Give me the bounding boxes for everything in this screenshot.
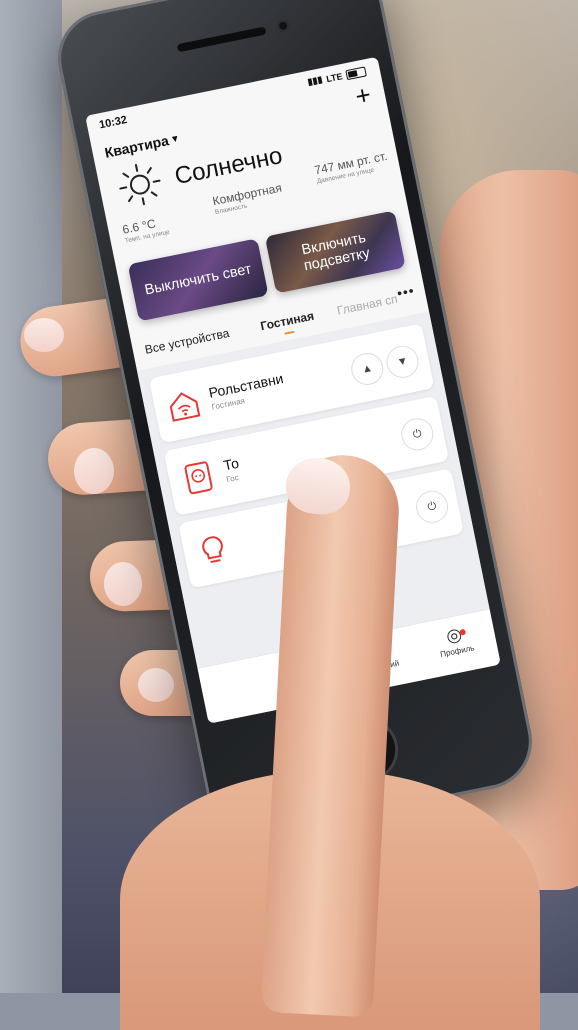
add-button[interactable]: + (353, 79, 374, 111)
device-room: Гос (225, 472, 240, 485)
humidity-metric: Комфортная Влажность (211, 181, 284, 217)
pressure-metric: 747 мм рт. ст. Давление на улице (313, 149, 390, 185)
tab-all-devices[interactable]: Все устройства (144, 326, 231, 357)
tab-living-room[interactable]: Гостиная (259, 308, 316, 335)
active-tab-indicator (284, 330, 295, 335)
power-icon[interactable]: ⏻ (398, 415, 437, 454)
fingernail (74, 448, 114, 494)
network-label: LTE (325, 70, 344, 84)
background-wall (0, 0, 70, 993)
nav-profile[interactable]: ◎ Профиль (423, 619, 488, 661)
sun-icon (119, 163, 161, 206)
power-icon[interactable]: ⏻ (413, 487, 451, 526)
chevron-down-icon: ▾ (171, 132, 179, 145)
device-name: То (222, 454, 241, 474)
temperature-metric: 6.6 °C Темп. на улице (121, 214, 170, 244)
fingernail (138, 668, 174, 702)
fingernail (24, 318, 64, 352)
device-name: Рольставни (207, 370, 285, 401)
fingernail (104, 562, 142, 606)
bulb-icon (202, 536, 223, 564)
tab-living-room-label: Гостиная (259, 308, 316, 334)
signal-icon: ▮▮▮ (306, 74, 324, 87)
house-wifi-icon (169, 392, 201, 422)
arrow-up-icon[interactable]: ▲ (348, 350, 387, 388)
status-time: 10:32 (98, 114, 129, 132)
battery-icon (345, 65, 367, 80)
more-icon[interactable]: ••• (396, 282, 417, 301)
tab-master-bedroom[interactable]: Главная сп (336, 292, 399, 318)
socket-icon (184, 461, 213, 495)
arrow-down-icon[interactable]: ▼ (383, 342, 422, 381)
